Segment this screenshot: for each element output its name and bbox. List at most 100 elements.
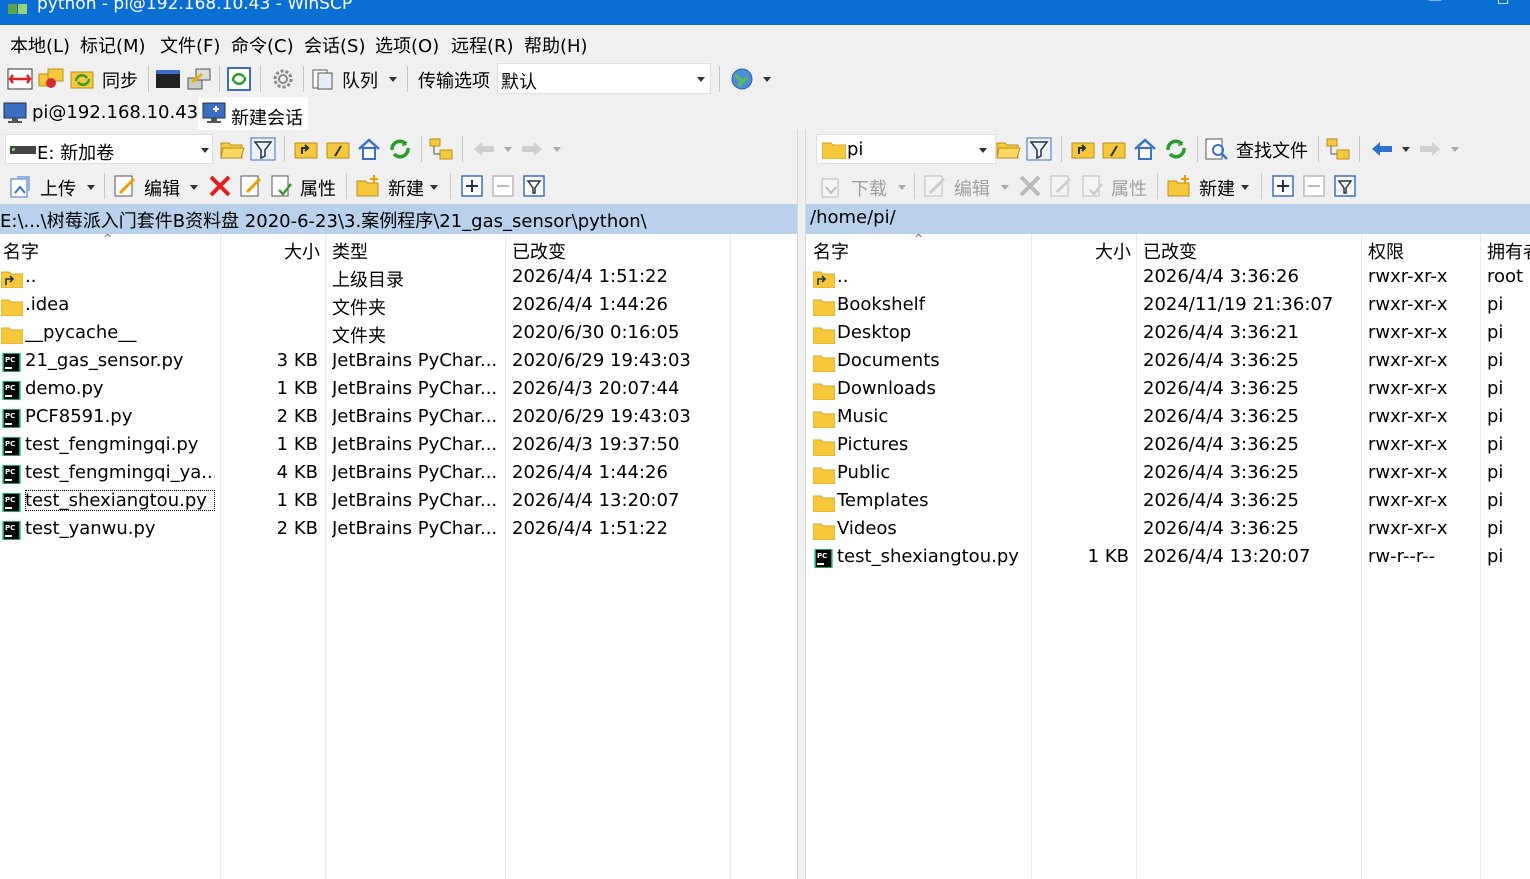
remote-directory-select[interactable]: pi [816, 134, 996, 164]
file-row[interactable]: __pycache__ 文件夹 2020/6/30 0:16:05 [0, 321, 797, 349]
new-button[interactable]: 新建 [1199, 175, 1235, 201]
root-directory-icon[interactable] [1101, 136, 1127, 162]
queue-button[interactable]: 队列 [342, 67, 378, 93]
menu-session[interactable]: 会话(S) [304, 32, 365, 58]
new-button[interactable]: 新建 [388, 175, 424, 201]
forward-dropdown-arrow-icon[interactable] [1451, 147, 1459, 152]
menu-local[interactable]: 本地(L) [10, 32, 70, 58]
refresh-icon[interactable] [1163, 136, 1189, 162]
minimize-button[interactable]: — [1420, 0, 1450, 8]
filter-icon[interactable] [1026, 136, 1052, 162]
file-row[interactable]: .. 2026/4/4 3:36:26 rwxr-xr-x root [806, 265, 1530, 293]
forward-arrow-icon[interactable] [519, 136, 545, 162]
menu-mark[interactable]: 标记(M) [80, 32, 146, 58]
delete-icon[interactable] [207, 173, 233, 199]
edit-icon[interactable] [112, 173, 138, 199]
properties-button[interactable]: 属性 [1111, 175, 1147, 201]
properties-button[interactable]: 属性 [300, 175, 336, 201]
tree-view-icon[interactable] [428, 136, 454, 162]
column-header-changed[interactable]: 已改变 [512, 238, 566, 264]
column-header-size[interactable]: 大小 [1035, 238, 1131, 264]
select-files-plus-icon[interactable] [1270, 173, 1296, 199]
upload-dropdown-arrow-icon[interactable] [87, 185, 95, 190]
compare-directories-icon[interactable] [7, 66, 33, 92]
menu-remote[interactable]: 远程(R) [451, 32, 514, 58]
local-drive-select[interactable]: E: 新加卷 [5, 134, 213, 164]
sites-dropdown-arrow-icon[interactable] [763, 77, 771, 82]
menu-commands[interactable]: 命令(C) [231, 32, 294, 58]
file-row[interactable]: .. 上级目录 2026/4/4 1:51:22 [0, 265, 797, 293]
file-row[interactable]: Bookshelf 2024/11/19 21:36:07 rwxr-xr-x pi [806, 293, 1530, 321]
download-button[interactable]: 下载 [851, 175, 887, 201]
file-row[interactable]: PC 21_gas_sensor.py 3 KB JetBrains PyChar..… [0, 349, 797, 377]
file-row[interactable]: Downloads 2026/4/4 3:36:25 rwxr-xr-x pi [806, 377, 1530, 405]
tree-view-icon[interactable] [1325, 136, 1351, 162]
back-dropdown-arrow-icon[interactable] [504, 147, 512, 152]
new-folder-icon[interactable] [1166, 173, 1192, 199]
rename-icon[interactable] [1048, 173, 1074, 199]
new-folder-icon[interactable] [355, 173, 381, 199]
column-header-name[interactable]: 名字 [3, 238, 39, 264]
menu-help[interactable]: 帮助(H) [524, 32, 588, 58]
column-header-owner[interactable]: 拥有者 [1487, 238, 1530, 264]
local-path-bar[interactable]: E:\...\树莓派入门套件B资料盘 2020-6-23\3.案例程序\21_g… [0, 204, 797, 234]
edit-button[interactable]: 编辑 [954, 175, 990, 201]
synchronize-button[interactable]: 同步 [102, 67, 138, 93]
unselect-files-minus-icon[interactable] [490, 173, 516, 199]
edit-button[interactable]: 编辑 [144, 175, 180, 201]
file-row[interactable]: PC test_fengmingqi_ya... 4 KB JetBrains PyC… [0, 461, 797, 489]
file-row[interactable]: PC test_shexiangtou.py 1 KB 2026/4/4 13:20:… [806, 545, 1530, 573]
file-row[interactable]: Public 2026/4/4 3:36:25 rwxr-xr-x pi [806, 461, 1530, 489]
file-row[interactable]: .idea 文件夹 2026/4/4 1:44:26 [0, 293, 797, 321]
synchronize-browsing-icon[interactable] [38, 66, 64, 92]
remote-path-bar[interactable]: /home/pi/ [806, 204, 1530, 234]
back-dropdown-arrow-icon[interactable] [1402, 147, 1410, 152]
delete-icon[interactable] [1017, 173, 1043, 199]
session-tab-active[interactable]: pi@192.168.10.43 [0, 97, 198, 130]
file-row[interactable]: PC test_shexiangtou.py 1 KB JetBrains PyCha… [0, 489, 797, 517]
refresh-icon[interactable] [226, 66, 252, 92]
rename-icon[interactable] [238, 173, 264, 199]
file-row[interactable]: Desktop 2026/4/4 3:36:21 rwxr-xr-x pi [806, 321, 1530, 349]
properties-icon[interactable] [269, 173, 295, 199]
sites-globe-icon[interactable] [729, 66, 755, 92]
new-dropdown-arrow-icon[interactable] [430, 185, 438, 190]
file-row[interactable]: PC test_yanwu.py 2 KB JetBrains PyChar... 20… [0, 517, 797, 545]
download-icon[interactable] [818, 173, 844, 199]
parent-directory-icon[interactable] [1070, 136, 1096, 162]
file-row[interactable]: Templates 2026/4/4 3:36:25 rwxr-xr-x pi [806, 489, 1530, 517]
back-arrow-icon[interactable] [471, 136, 497, 162]
filter-select-icon[interactable] [1332, 173, 1358, 199]
file-row[interactable]: Pictures 2026/4/4 3:36:25 rwxr-xr-x pi [806, 433, 1530, 461]
remote-file-list[interactable]: ^ 名字 大小 已改变 权限 拥有者 .. 2026/4/4 3:36:26 rwx… [806, 234, 1530, 879]
properties-icon[interactable] [1080, 173, 1106, 199]
back-arrow-icon[interactable] [1369, 136, 1395, 162]
find-files-icon[interactable] [1204, 136, 1230, 162]
select-files-plus-icon[interactable] [459, 173, 485, 199]
home-icon[interactable] [356, 136, 382, 162]
queue-dropdown-arrow-icon[interactable] [389, 77, 397, 82]
column-header-rights[interactable]: 权限 [1368, 238, 1404, 264]
file-row[interactable]: PC PCF8591.py 2 KB JetBrains PyChar... 2020/… [0, 405, 797, 433]
edit-icon[interactable] [922, 173, 948, 199]
menu-file[interactable]: 文件(F) [160, 32, 220, 58]
filter-icon[interactable] [250, 136, 276, 162]
file-row[interactable]: Music 2026/4/4 3:36:25 rwxr-xr-x pi [806, 405, 1530, 433]
forward-dropdown-arrow-icon[interactable] [553, 147, 561, 152]
edit-dropdown-arrow-icon[interactable] [190, 185, 198, 190]
forward-arrow-icon[interactable] [1417, 136, 1443, 162]
edit-dropdown-arrow-icon[interactable] [1001, 185, 1009, 190]
upload-button[interactable]: 上传 [40, 175, 76, 201]
unselect-files-minus-icon[interactable] [1301, 173, 1327, 199]
preferences-gear-icon[interactable] [270, 66, 296, 92]
file-row[interactable]: PC demo.py 1 KB JetBrains PyChar... 2026/4/3… [0, 377, 797, 405]
root-directory-icon[interactable] [325, 136, 351, 162]
console-icon[interactable] [155, 66, 181, 92]
panel-splitter[interactable] [797, 130, 806, 879]
parent-directory-icon[interactable] [293, 136, 319, 162]
synchronize-icon[interactable] [70, 66, 96, 92]
column-header-type[interactable]: 类型 [332, 238, 368, 264]
transfer-preset-select[interactable]: 默认 [497, 63, 711, 94]
column-header-size[interactable]: 大小 [224, 238, 320, 264]
column-header-name[interactable]: 名字 [813, 238, 849, 264]
